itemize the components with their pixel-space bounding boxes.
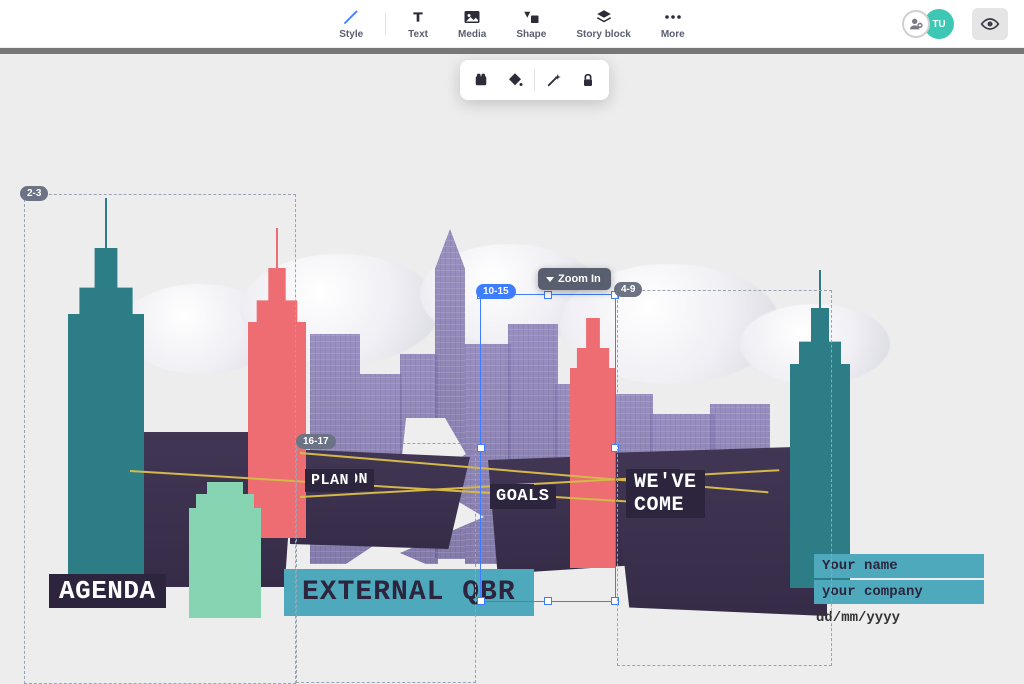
- selection-badge: 4-9: [614, 282, 642, 297]
- fill-color-tool[interactable]: [464, 66, 498, 94]
- media-tool[interactable]: Media: [444, 3, 500, 44]
- shape-tool[interactable]: Shape: [502, 3, 560, 44]
- story-block-label: Story block: [576, 29, 630, 40]
- zoom-in-button[interactable]: Zoom In: [538, 268, 611, 290]
- action-plan-line2: PLAN: [305, 470, 355, 492]
- media-label: Media: [458, 29, 486, 40]
- image-icon: [463, 7, 481, 27]
- chevron-down-icon: [546, 277, 554, 282]
- lock-tool[interactable]: [571, 66, 605, 94]
- tower-teal-right: [790, 308, 850, 588]
- new-goals-line2: GOALS: [490, 485, 556, 509]
- eye-icon: [980, 17, 1000, 31]
- tower-coral-left: [248, 268, 306, 538]
- agenda-label[interactable]: AGENDA: [49, 574, 166, 608]
- top-toolbar: Style Text Media Shape Story block: [0, 0, 1024, 48]
- how-far-line2: WE'VE COME: [626, 470, 705, 518]
- more-tool[interactable]: More: [647, 3, 699, 44]
- toolbar-divider: [385, 13, 386, 35]
- company-field[interactable]: your company: [814, 580, 984, 604]
- paint-bucket-icon: [506, 71, 524, 89]
- canvas[interactable]: AGENDA ACTION PLAN NEW GOALS HOW FAR WE'…: [0, 54, 1024, 658]
- shapes-icon: [522, 7, 540, 27]
- selection-badge-active: 10-15: [476, 284, 516, 299]
- add-user-avatar[interactable]: [902, 10, 930, 38]
- date-field[interactable]: dd/mm/yyyy: [814, 606, 984, 626]
- avatar-stack[interactable]: TU: [902, 9, 954, 39]
- tower-teal-left: [68, 248, 144, 578]
- title-banner[interactable]: EXTERNAL QBR: [284, 569, 534, 616]
- shape-label: Shape: [516, 29, 546, 40]
- palette-icon: [472, 71, 490, 89]
- style-tool[interactable]: Style: [325, 3, 377, 44]
- tower-coral-right: [570, 318, 616, 568]
- selection-badge: 2-3: [20, 186, 48, 201]
- preview-button[interactable]: [972, 8, 1008, 40]
- layers-icon: [595, 7, 613, 27]
- wand-tool[interactable]: [537, 66, 571, 94]
- info-panel: Your name your company dd/mm/yyyy: [814, 554, 984, 626]
- selection-badge: 16-17: [296, 434, 336, 449]
- story-block-tool[interactable]: Story block: [562, 3, 644, 44]
- tower-mint: [189, 508, 261, 618]
- style-label: Style: [339, 29, 363, 40]
- text-icon: [410, 7, 426, 27]
- name-field[interactable]: Your name: [814, 554, 984, 578]
- brush-icon: [342, 7, 360, 27]
- floating-toolbar: [460, 60, 609, 100]
- magic-wand-icon: [545, 71, 563, 89]
- text-tool[interactable]: Text: [394, 3, 442, 44]
- lock-icon: [580, 71, 596, 89]
- bucket-tool[interactable]: [498, 66, 532, 94]
- text-label: Text: [408, 29, 428, 40]
- zoom-label: Zoom In: [558, 273, 601, 285]
- more-label: More: [661, 29, 685, 40]
- more-icon: [664, 7, 682, 27]
- float-divider: [534, 69, 535, 91]
